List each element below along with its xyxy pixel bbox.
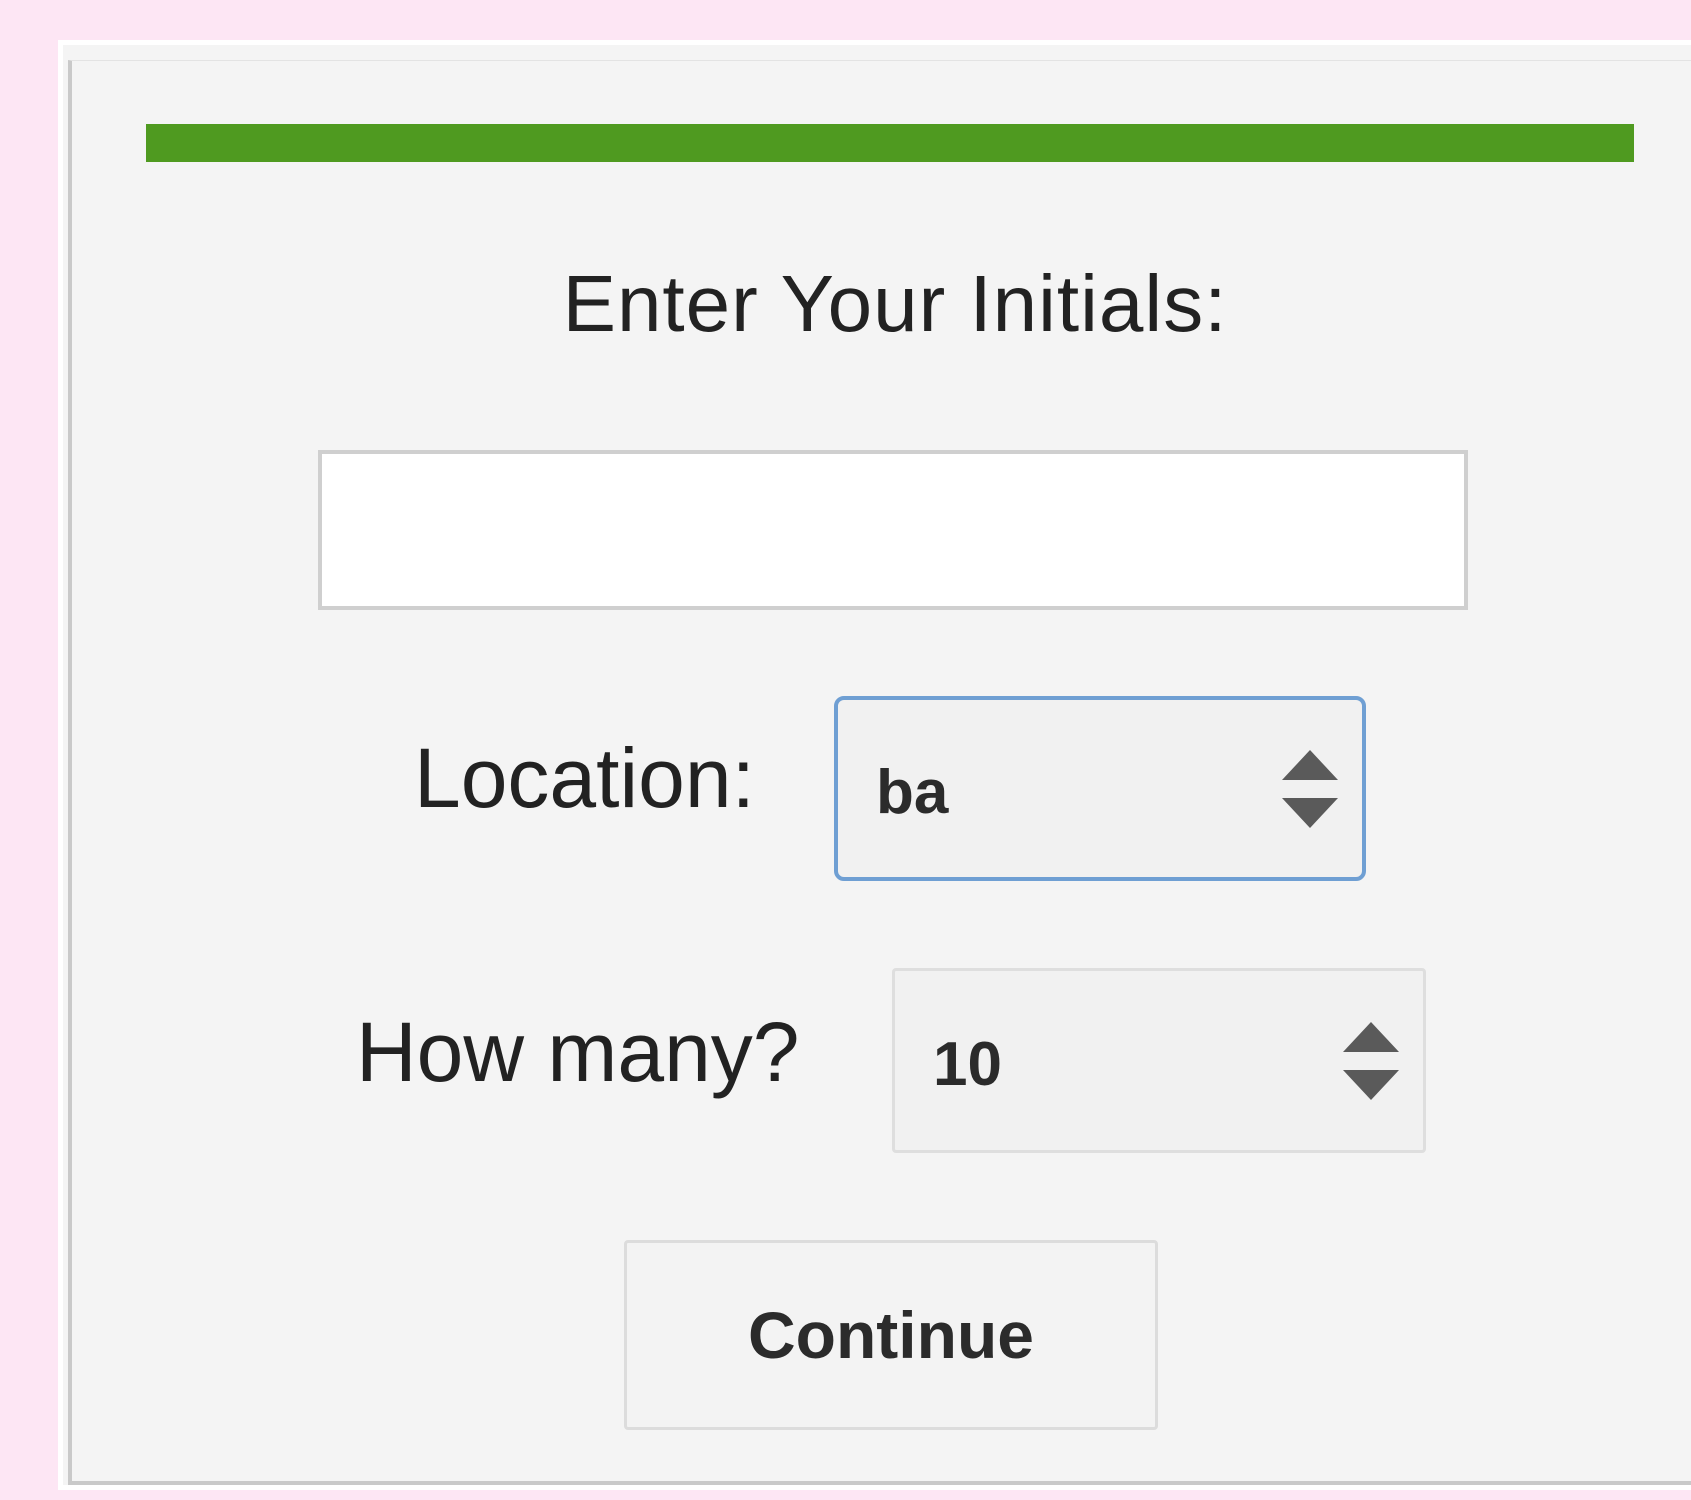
location-label: Location:	[414, 731, 755, 825]
up-down-arrows-icon	[1280, 749, 1340, 828]
location-select-value: ba	[876, 757, 949, 827]
location-select[interactable]: ba	[834, 696, 1366, 881]
progress-bar-fill	[146, 124, 1634, 162]
continue-button[interactable]: Continue	[624, 1240, 1158, 1430]
initials-input[interactable]	[318, 450, 1468, 610]
how-many-select-value: 10	[933, 1029, 1002, 1099]
up-down-arrows-icon	[1341, 1021, 1401, 1100]
form-title: Enter Your Initials:	[562, 259, 1228, 348]
progress-bar	[146, 124, 1634, 162]
how-many-label: How many?	[356, 1005, 800, 1099]
how-many-select[interactable]: 10	[892, 968, 1426, 1153]
